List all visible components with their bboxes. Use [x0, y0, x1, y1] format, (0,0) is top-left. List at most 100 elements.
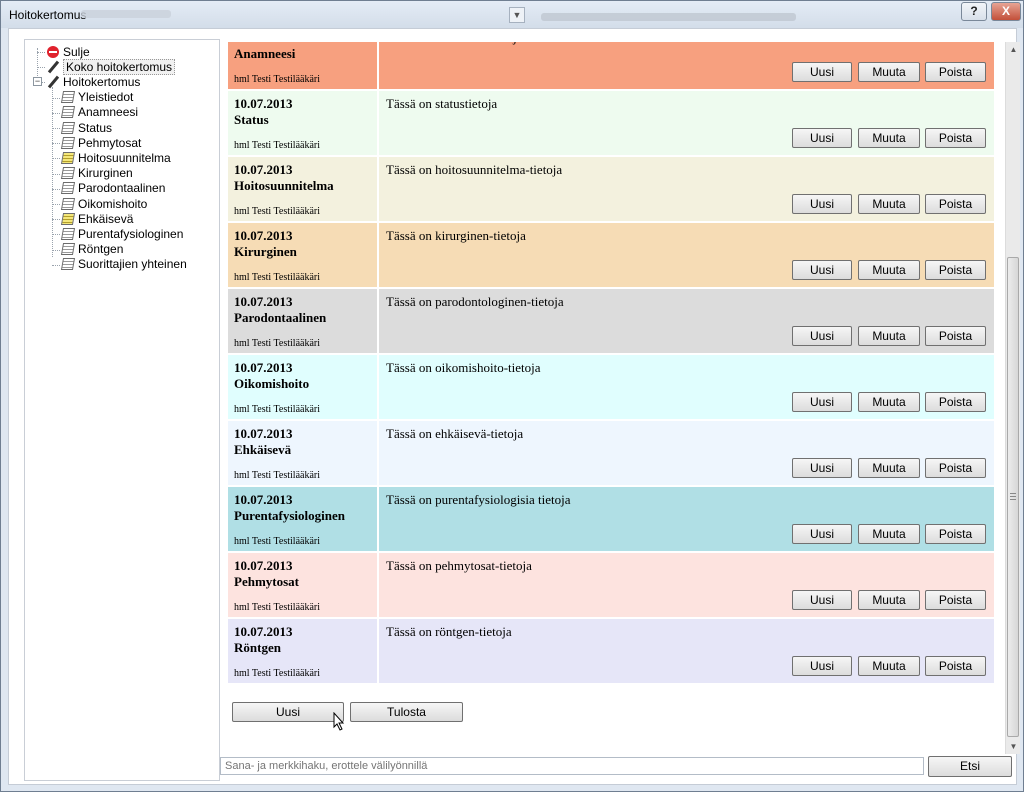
main-window: Hoitokertomus ▼ ? X Sulje Koko hoitokerto… [0, 0, 1024, 792]
delete-record-button[interactable]: Poista [925, 392, 986, 412]
record-name: Röntgen [234, 640, 281, 655]
record-author: hml Testi Testilääkäri [234, 602, 320, 613]
record-name: Parodontaalinen [234, 310, 327, 325]
close-button[interactable]: X [991, 2, 1021, 21]
record-meta: 10.07.2013 Kirurginen hml Testi Testilääkä… [228, 223, 379, 287]
tree-item-7[interactable]: Hoitosuunnitelma [60, 150, 171, 165]
record-author: hml Testi Testilääkäri [234, 338, 320, 349]
edit-record-button[interactable]: Muuta [858, 524, 920, 544]
tree-item-2[interactable]: Hoitokertomus [47, 74, 140, 89]
search-button[interactable]: Etsi [928, 756, 1012, 777]
new-record-button[interactable]: Uusi [792, 194, 852, 214]
edit-record-button[interactable]: Muuta [858, 194, 920, 214]
record-author: hml Testi Testilääkäri [234, 668, 320, 679]
record-author: hml Testi Testilääkäri [234, 536, 320, 547]
document-icon [60, 258, 76, 271]
edit-record-button[interactable]: Muuta [858, 62, 920, 82]
scroll-thumb[interactable] [1007, 257, 1019, 737]
tree-item-label: Oikomishoito [78, 196, 148, 211]
tree-item-label: Röntgen [78, 242, 124, 257]
document-icon [60, 182, 76, 195]
tree-item-label: Purentafysiologinen [78, 226, 184, 241]
record-meta: 10.07.2013Anamneesihml Testi Testilääkär… [228, 42, 379, 89]
record-date: 10.07.2013 [234, 492, 293, 507]
new-record-button[interactable]: Uusi [792, 524, 852, 544]
record-row: 10.07.2013 Pehmytosat hml Testi Testilääkä… [228, 553, 994, 617]
delete-record-button[interactable]: Poista [925, 590, 986, 610]
edit-record-button[interactable]: Muuta [858, 590, 920, 610]
delete-record-button[interactable]: Poista [925, 326, 986, 346]
footer-new-button[interactable]: Uusi [232, 702, 344, 722]
delete-record-button[interactable]: Poista [925, 458, 986, 478]
record-row: 10.07.2013 Ehkäisevä hml Testi Testilääkär… [228, 421, 994, 485]
record-author: hml Testi Testilääkäri [234, 470, 320, 481]
delete-record-button[interactable]: Poista [925, 128, 986, 148]
edit-record-button[interactable]: Muuta [858, 392, 920, 412]
tree-item-14[interactable]: Suorittajien yhteinen [60, 257, 187, 272]
vertical-scrollbar[interactable]: ▲ ▼ [1005, 42, 1020, 754]
new-record-button[interactable]: Uusi [792, 458, 852, 478]
tree-item-13[interactable]: Röntgen [60, 242, 124, 257]
new-record-button[interactable]: Uusi [792, 392, 852, 412]
record-text: Tässä on pehmytosat-tietoja [386, 558, 532, 573]
record-date: 10.07.2013 [234, 558, 293, 573]
title-bar[interactable]: Hoitokertomus ▼ ? X [1, 1, 1023, 28]
tree-item-12[interactable]: Purentafysiologinen [60, 226, 184, 241]
new-record-button[interactable]: Uusi [792, 590, 852, 610]
edit-record-button[interactable]: Muuta [858, 260, 920, 280]
record-name: Kirurginen [234, 244, 297, 259]
record-name: Oikomishoito [234, 376, 310, 391]
print-button[interactable]: Tulosta [350, 702, 463, 722]
tree-item-11[interactable]: Ehkäisevä [60, 211, 134, 226]
tree-item-0[interactable]: Sulje [47, 44, 90, 59]
record-text: Tässä on oikomishoito-tietoja [386, 360, 541, 375]
tree-item-5[interactable]: Status [60, 120, 112, 135]
record-row: 10.07.2013 Kirurginen hml Testi Testilääkä… [228, 223, 994, 287]
record-row: 10.07.2013Anamneesihml Testi Testilääkär… [228, 42, 994, 89]
scroll-up-icon[interactable]: ▲ [1006, 42, 1021, 57]
record-meta: 10.07.2013 Röntgen hml Testi Testilääkäri [228, 619, 379, 683]
tree-item-label: Anamneesi [78, 105, 139, 120]
collapse-icon[interactable]: − [33, 77, 42, 87]
delete-record-button[interactable]: Poista [925, 194, 986, 214]
document-yellow-icon [60, 212, 76, 225]
record-name: Pehmytosat [234, 574, 299, 589]
delete-record-button[interactable]: Poista [925, 524, 986, 544]
document-icon [60, 243, 76, 256]
record-author: hml Testi Testilääkäri [234, 74, 320, 85]
delete-record-button[interactable]: Poista [925, 62, 986, 82]
new-record-button[interactable]: Uusi [792, 326, 852, 346]
new-record-button[interactable]: Uusi [792, 62, 852, 82]
tree-item-1[interactable]: Koko hoitokertomus [47, 58, 176, 75]
edit-record-button[interactable]: Muuta [858, 656, 920, 676]
scroll-down-icon[interactable]: ▼ [1006, 739, 1021, 754]
tree-item-10[interactable]: Oikomishoito [60, 196, 148, 211]
record-row: 10.07.2013 Status hml Testi Testilääkäri Tä… [228, 91, 994, 155]
new-record-button[interactable]: Uusi [792, 260, 852, 280]
document-icon [60, 91, 76, 104]
delete-record-button[interactable]: Poista [925, 656, 986, 676]
tree-item-3[interactable]: Yleistiedot [60, 90, 133, 105]
new-record-button[interactable]: Uusi [792, 128, 852, 148]
tree-item-label: Suorittajien yhteinen [78, 257, 187, 272]
title-blurred-text [81, 10, 171, 18]
edit-record-button[interactable]: Muuta [858, 458, 920, 478]
navigation-tree[interactable]: Sulje Koko hoitokertomus Hoitokertomus Ylei… [24, 39, 220, 781]
edit-record-button[interactable]: Muuta [858, 128, 920, 148]
edit-record-button[interactable]: Muuta [858, 326, 920, 346]
record-text: Tässä on kirurginen-tietoja [386, 228, 526, 243]
title-dropdown-icon[interactable]: ▼ [509, 7, 525, 23]
tree-item-6[interactable]: Pehmytosat [60, 135, 141, 150]
search-input[interactable] [220, 757, 924, 775]
tree-item-8[interactable]: Kirurginen [60, 166, 133, 181]
pencil-icon [47, 76, 59, 88]
delete-record-button[interactable]: Poista [925, 260, 986, 280]
window-title: Hoitokertomus [9, 8, 87, 22]
new-record-button[interactable]: Uusi [792, 656, 852, 676]
help-button[interactable]: ? [961, 2, 987, 21]
record-meta: 10.07.2013 Parodontaalinen hml Testi Testi… [228, 289, 379, 353]
tree-item-4[interactable]: Anamneesi [60, 105, 139, 120]
tree-item-9[interactable]: Parodontaalinen [60, 181, 165, 196]
tree-item-label: Ehkäisevä [78, 211, 134, 226]
record-date: 10.07.2013 [234, 162, 293, 177]
